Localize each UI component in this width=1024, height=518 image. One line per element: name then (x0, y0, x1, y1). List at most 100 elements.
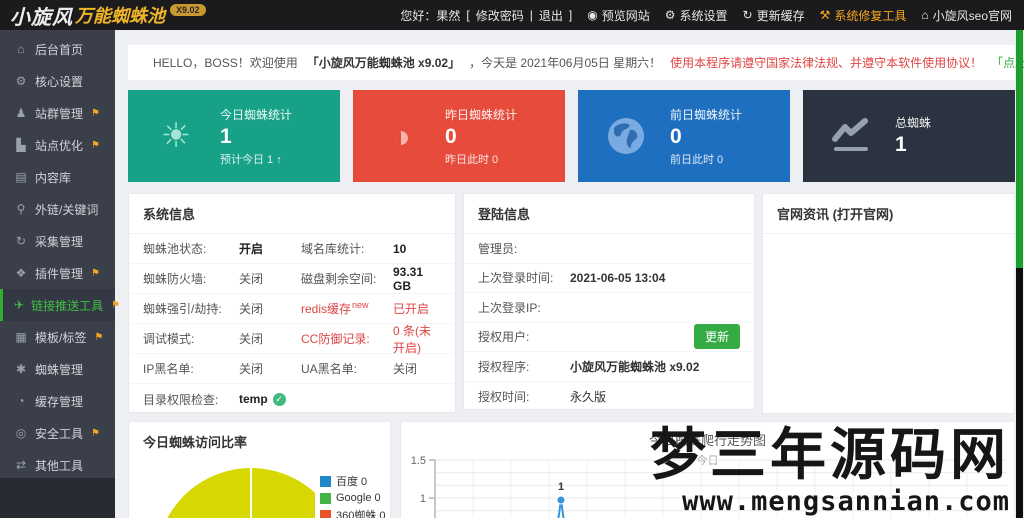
bracket: [ (466, 8, 470, 22)
system-settings-button[interactable]: ⚙ 系统设置 (665, 7, 728, 24)
contrast-icon: ◑ (391, 117, 411, 154)
welcome-bar: HELLO，BOSS！欢迎使用 「小旋风万能蜘蛛池 x9.02」 ，今天是 20… (128, 45, 1024, 80)
pin-icon: ⚑ (91, 107, 100, 119)
field-value: 关闭 (239, 362, 264, 376)
system-info-row: 蜘蛛强引/劫持: 关闭 redis缓存new 已开启 (129, 294, 455, 324)
sidebar-item-site-group[interactable]: ♟ 站群管理 ⚑ (0, 97, 115, 129)
field-value: 关闭 (239, 332, 264, 346)
stat-cards-row: ☀ 今日蜘蛛统计 1 预计今日 1 ↑ ◑ 昨日蜘蛛统计 0 昨日此时 0 前日… (128, 90, 1015, 182)
stat-label: 总蜘蛛 (895, 115, 932, 130)
logout-link[interactable]: 退出 (539, 7, 563, 24)
bracket: ] (568, 8, 573, 22)
panel-title: 官网资讯 (打开官网) (763, 194, 1014, 234)
legend-swatch (320, 475, 331, 487)
field-label: 上次登录IP: (478, 300, 541, 315)
field-value: 永久版 (570, 389, 607, 404)
change-password-link[interactable]: 修改密码 (476, 7, 524, 24)
legend-item-baidu[interactable]: 百度 0 (320, 473, 386, 489)
sidebar-item-spider-management[interactable]: ✱ 蜘蛛管理 (0, 353, 115, 385)
eye-icon: ◉ (587, 8, 598, 22)
bar-chart-icon: ▙ (16, 138, 26, 152)
preview-site-button[interactable]: ◉ 预览网站 (587, 7, 650, 24)
update-cache-button[interactable]: ↻ 更新缓存 (743, 7, 805, 24)
sidebar-item-dashboard[interactable]: ⌂ 后台首页 (0, 33, 115, 65)
sun-icon: ☀ (160, 117, 192, 155)
sidebar-item-security-tools[interactable]: ◎ 安全工具 ⚑ (0, 417, 115, 449)
stat-card-today: ☀ 今日蜘蛛统计 1 预计今日 1 ↑ (128, 90, 340, 182)
news-title: 官网资讯 (777, 207, 830, 222)
login-info-row: 管理员: (464, 234, 754, 264)
open-official-site-link[interactable]: (打开官网) (833, 207, 894, 222)
plugin-icon: ❖ (15, 266, 27, 280)
stat-sub: 预计今日 1 ↑ (220, 153, 282, 166)
legend-swatch (320, 492, 331, 504)
trend-icon (832, 118, 868, 151)
data-point-label: 1 (558, 481, 564, 493)
sidebar-item-collection[interactable]: ↻ 采集管理 (0, 225, 115, 257)
top-header: 小旋风 万能蜘蛛池 X9.02 您好：果然 [ 修改密码 | 退出 ] ◉ 预览… (0, 0, 1024, 30)
official-site-button[interactable]: ⌂ 小旋风seo官网 (921, 7, 1012, 24)
field-label: 上次登录时间: (478, 271, 554, 286)
field-value: 10 (393, 241, 407, 256)
sidebar-item-plugins[interactable]: ❖ 插件管理 ⚑ (0, 257, 115, 289)
update-auth-button[interactable]: 更新 (693, 324, 740, 350)
version-badge: X9.02 (170, 4, 206, 16)
sidebar-item-content-library[interactable]: ▤ 内容库 (0, 161, 115, 193)
stat-card-day-before: 前日蜘蛛统计 0 前日此时 0 (578, 90, 790, 182)
pie-legend: 百度 0 Google 0 360蜘蛛 0 (315, 470, 390, 518)
sidebar-item-other-tools[interactable]: ⇄ 其他工具 (0, 449, 115, 481)
system-info-row: 调试模式: 关闭 CC防御记录: 0 条(未开启) (129, 323, 455, 355)
field-label: 管理员: (478, 241, 518, 256)
greeting-text: 您好：果然 (400, 8, 461, 23)
home-icon: ⌂ (921, 8, 929, 22)
pin-icon: ⚑ (91, 139, 100, 151)
legend-item-google[interactable]: Google 0 (320, 492, 386, 504)
user-icon: ♟ (15, 106, 27, 120)
sidebar-item-core-settings[interactable]: ⚙ 核心设置 (0, 65, 115, 97)
system-info-row: 蜘蛛防火墙: 关闭 磁盘剩余空间: 93.31 GB (129, 264, 455, 294)
new-badge: new (352, 300, 369, 310)
field-value: 0 条(未开启) (393, 323, 432, 355)
sidebar-item-links-keywords[interactable]: ⚲ 外链/关键词 (0, 193, 115, 225)
field-label: CC防御记录: (301, 332, 370, 346)
legend-item-360[interactable]: 360蜘蛛 0 (320, 507, 386, 518)
logo-part1: 小旋风 (10, 6, 73, 29)
sidebar-item-site-optimize[interactable]: ▙ 站点优化 ⚑ (0, 129, 115, 161)
system-info-panel: 系统信息 蜘蛛池状态: 开启 域名库统计: 10 蜘蛛防火墙: 关闭 磁盘剩余空… (128, 193, 456, 413)
app-logo: 小旋风 万能蜘蛛池 X9.02 (0, 1, 206, 30)
welcome-warning: 使用本程序请遵守国家法律法规、并遵守本软件使用协议！ (670, 56, 983, 70)
stat-value: 0 (445, 124, 457, 148)
search-icon: ⚲ (16, 202, 26, 216)
stat-sub: 前日此时 0 (670, 153, 724, 166)
sidebar-item-cache-management[interactable]: ◔ 缓存管理 (0, 385, 115, 417)
stat-value: 1 (895, 132, 907, 156)
system-info-row: 蜘蛛池状态: 开启 域名库统计: 10 (129, 234, 455, 264)
pin-icon: ⚑ (91, 427, 100, 439)
watermark-line1: 梦三年源码网 (650, 422, 1010, 488)
welcome-text-pre: HELLO，BOSS！欢迎使用 (153, 56, 298, 70)
clock-icon: ◔ (17, 394, 25, 408)
field-label: UA黑名单: (301, 362, 358, 376)
field-label: 授权用户: (478, 330, 530, 345)
repair-tool-button[interactable]: ⚒ 系统修复工具 (820, 7, 907, 24)
edge-stripe-green (1016, 30, 1023, 268)
field-value: 93.31 GB (393, 264, 424, 293)
login-info-row: 授权用户: 更新 (464, 323, 754, 352)
tools-icon: ⇄ (15, 458, 27, 472)
field-value: 开启 (239, 242, 264, 256)
stat-value: 1 (220, 124, 232, 148)
sidebar-item-templates-tags[interactable]: ▦ 模板/标签 ⚑ (0, 321, 115, 353)
pie-slice-divider (250, 468, 252, 518)
pie-chart-title: 今日蜘蛛访问比率 (143, 435, 248, 450)
pin-icon: ⚑ (111, 299, 121, 311)
field-value: 关闭 (239, 272, 264, 286)
refresh-icon: ↻ (15, 234, 27, 248)
welcome-text-post: ，今天是 2021年06月05日 星期六！ (469, 56, 662, 70)
system-info-row: IP黑名单: 关闭 UA黑名单: 关闭 (129, 354, 455, 384)
field-label: 蜘蛛防火墙: (143, 272, 207, 286)
field-label: 调试模式: (143, 332, 195, 346)
sidebar-item-link-push-tool[interactable]: ✈ 链接推送工具 ⚑ (0, 289, 120, 321)
official-news-panel: 官网资讯 (打开官网) (762, 193, 1015, 414)
globe-icon (608, 118, 644, 154)
panel-title: 系统信息 (129, 194, 455, 234)
